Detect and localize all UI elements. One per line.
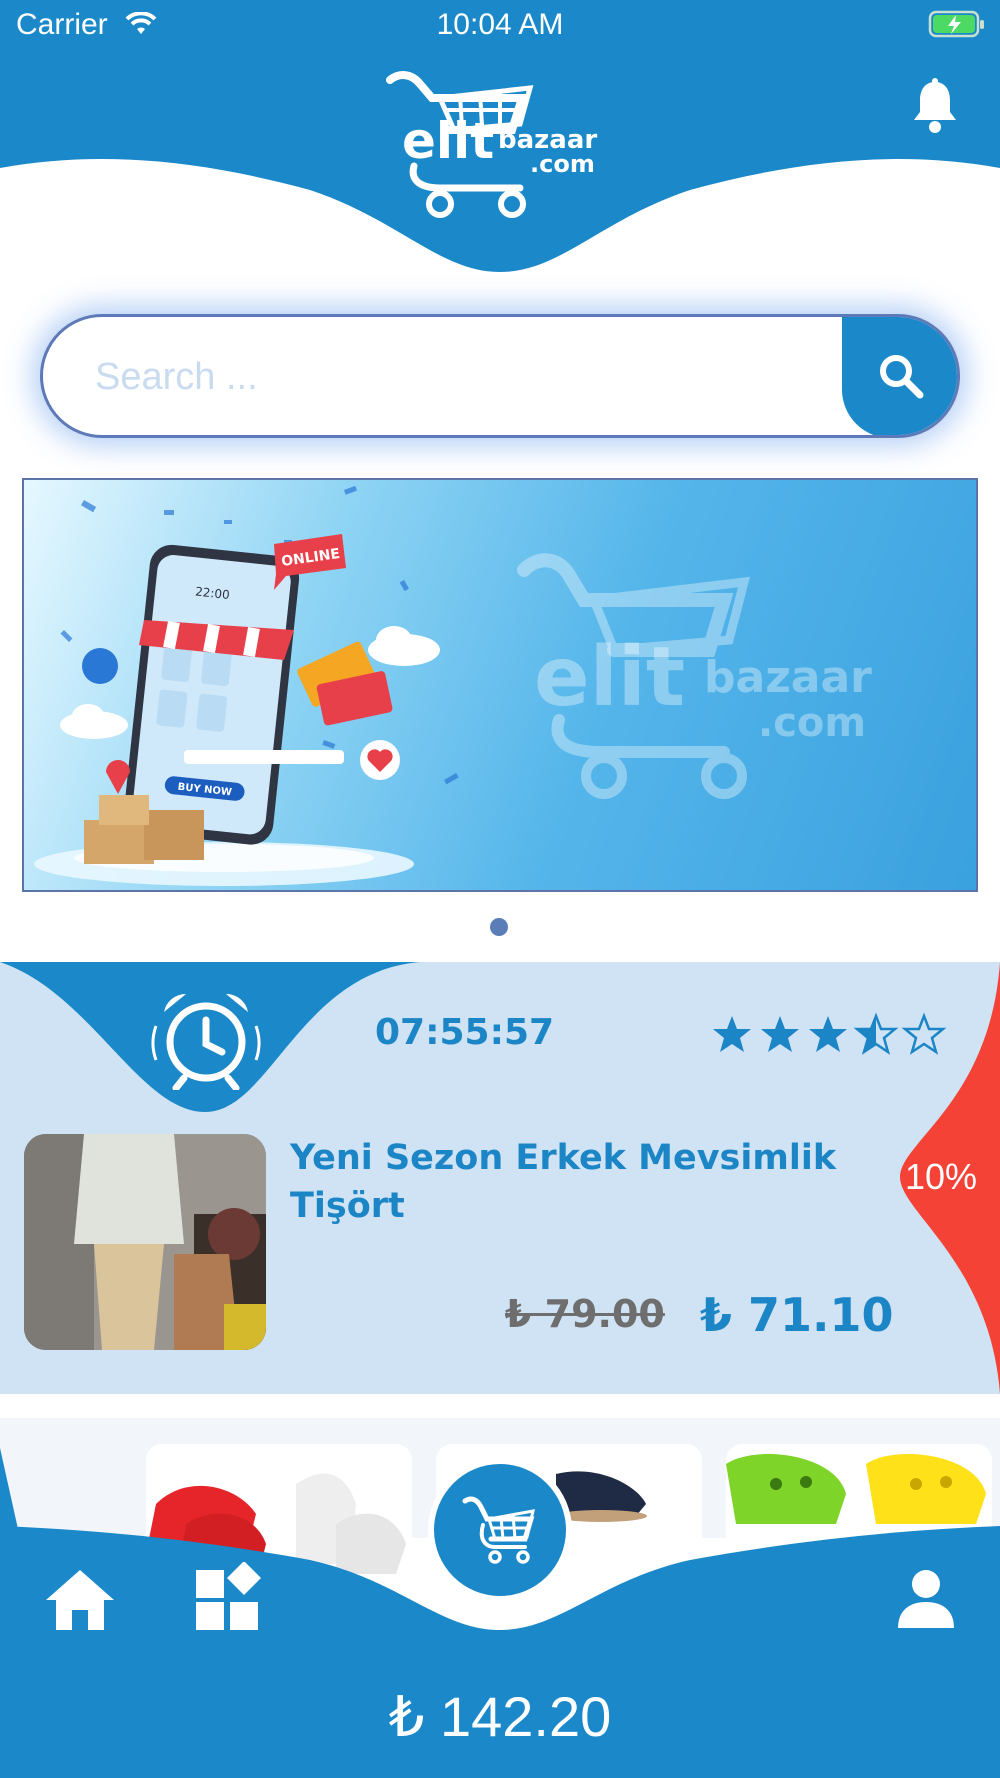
search-input[interactable] [93,317,837,435]
half-star-icon [855,1014,897,1054]
star-icon [713,1016,751,1052]
status-bar: Carrier 10:04 AM [0,0,1000,50]
cart-icon [462,1496,535,1564]
search-bar [40,314,960,438]
star-icon [761,1016,799,1052]
categories-icon[interactable] [192,1562,264,1634]
svg-text:elit: elit [534,630,685,725]
profile-icon[interactable] [896,1568,956,1630]
alarm-clock-icon [151,993,261,1090]
svg-text:.com: .com [530,150,595,178]
discount-badge: 10% [905,1156,978,1197]
product-photo [24,1134,266,1350]
banner-illustration: 22:00 BUY NOW ONLINE elit bazaar .com [34,485,872,886]
cart-button[interactable] [434,1464,566,1596]
deal-product-image[interactable] [24,1134,266,1350]
svg-text:.com: .com [758,700,866,746]
old-price: ₺ 79.00 [505,1292,665,1336]
new-price: ₺ 71.10 [700,1288,894,1342]
notification-bell-icon[interactable] [910,78,960,134]
rating-stars [713,1014,945,1054]
empty-star-icon [903,1014,945,1054]
battery-icon [928,10,984,38]
svg-text:elit: elit [402,112,494,170]
star-icon [809,1016,847,1052]
deal-product-title[interactable]: Yeni Sezon Erkek Mevsimlik Tişört [290,1134,890,1230]
search-button[interactable] [842,317,957,435]
search-icon [880,355,924,399]
promo-banner[interactable]: 22:00 BUY NOW ONLINE elit bazaar .com [22,478,978,892]
status-time: 10:04 AM [436,8,564,41]
brand-logo: elit bazaar .com [386,71,597,218]
cart-total: ₺ 142.20 [388,1685,612,1748]
carousel-dot[interactable] [490,918,508,936]
deal-countdown: 07:55:57 [375,1012,555,1053]
home-icon[interactable] [44,1566,116,1632]
svg-text:bazaar: bazaar [704,652,872,703]
